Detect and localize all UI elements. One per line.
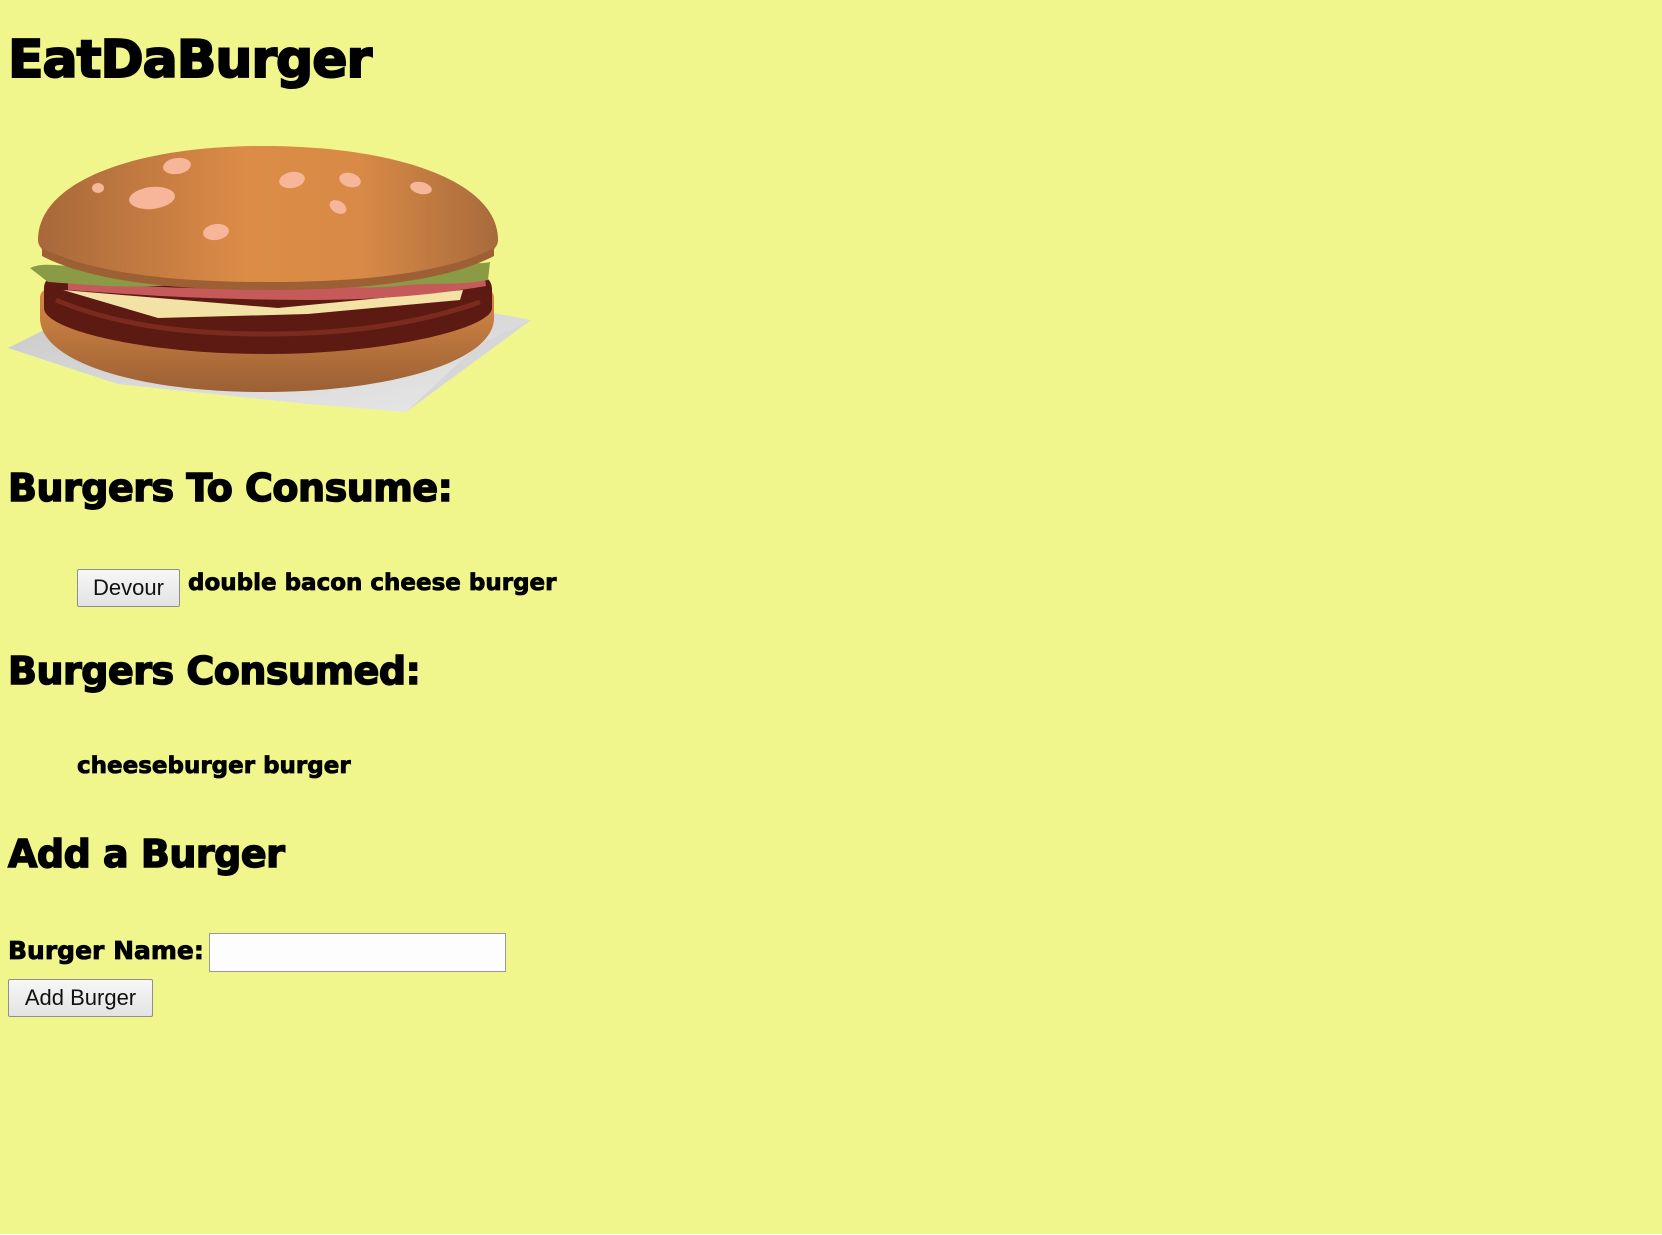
to-consume-heading: Burgers To Consume: <box>7 465 453 511</box>
burger-logo-image <box>8 146 531 412</box>
page-background: EatDaBurger Burgers To Consume: Devour d… <box>0 0 1662 1235</box>
devour-button[interactable]: Devour <box>77 569 180 607</box>
eaten-burger-name: cheeseburger burger <box>77 753 351 780</box>
burger-name-input[interactable] <box>209 933 506 972</box>
uneaten-burger-name: double bacon cheese burger <box>188 570 557 597</box>
add-burger-button[interactable]: Add Burger <box>8 979 153 1017</box>
consumed-heading: Burgers Consumed: <box>7 648 421 694</box>
app-title: EatDaBurger <box>7 29 373 91</box>
add-burger-heading: Add a Burger <box>7 831 285 877</box>
burger-name-label: Burger Name: <box>8 936 205 966</box>
